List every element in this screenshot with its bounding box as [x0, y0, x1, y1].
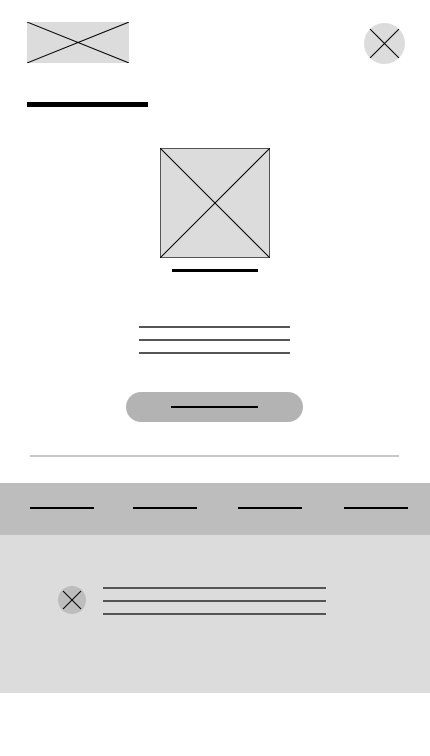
button-label-placeholder	[171, 406, 258, 408]
body-text-line	[139, 352, 290, 354]
logo-placeholder	[27, 22, 129, 63]
body-text-line	[139, 326, 290, 328]
tab-3[interactable]	[228, 483, 318, 535]
close-button[interactable]	[364, 23, 405, 64]
tab-label-placeholder	[133, 507, 197, 509]
tab-1[interactable]	[20, 483, 110, 535]
tab-label-placeholder	[30, 507, 94, 509]
image-caption-placeholder	[172, 269, 258, 272]
list-item[interactable]	[50, 575, 350, 625]
hero-image-placeholder	[160, 148, 270, 258]
tab-2[interactable]	[123, 483, 213, 535]
primary-button[interactable]	[126, 392, 303, 422]
close-icon	[62, 590, 82, 610]
list-item-avatar	[58, 586, 86, 614]
close-icon	[369, 28, 400, 59]
tab-4[interactable]	[334, 483, 424, 535]
tab-label-placeholder	[344, 507, 408, 509]
list-item-text-line	[103, 600, 326, 602]
tab-label-placeholder	[238, 507, 302, 509]
divider	[30, 455, 399, 457]
list-panel	[0, 535, 430, 693]
list-item-text-line	[103, 613, 326, 615]
body-text-line	[139, 339, 290, 341]
image-placeholder-icon	[160, 148, 270, 258]
tab-bar	[0, 483, 430, 535]
page-title-placeholder	[27, 102, 148, 107]
list-item-text-line	[103, 587, 326, 589]
image-placeholder-icon	[27, 22, 129, 63]
